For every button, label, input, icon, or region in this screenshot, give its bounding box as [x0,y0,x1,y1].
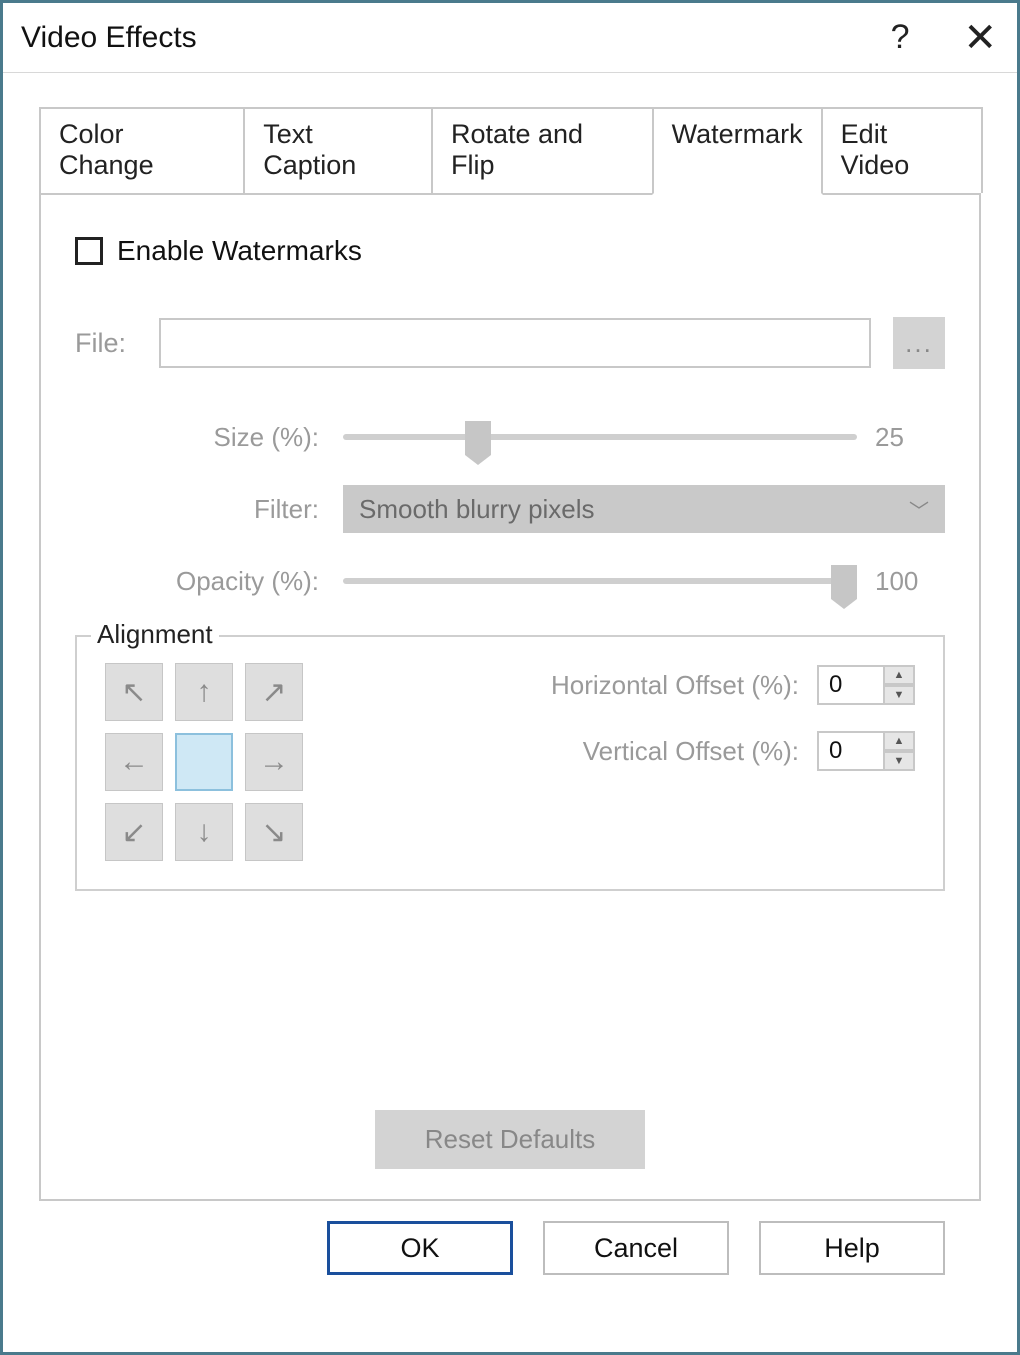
voffset-spinner[interactable]: 0 ▲ ▼ [817,731,915,771]
voffset-up[interactable]: ▲ [883,731,915,751]
voffset-down[interactable]: ▼ [883,751,915,771]
voffset-value[interactable]: 0 [817,731,883,771]
alignment-group: Alignment ↖ ↑ ↗ ← → ↙ ↓ ↘ Horizontal Off… [75,635,945,891]
tab-edit-video[interactable]: Edit Video [821,107,983,193]
size-label: Size (%): [75,422,325,453]
voffset-label: Vertical Offset (%): [363,736,799,767]
size-slider[interactable] [343,419,857,455]
cancel-button[interactable]: Cancel [543,1221,729,1275]
tab-rotate-flip[interactable]: Rotate and Flip [431,107,654,193]
tab-bar: Color Change Text Caption Rotate and Fli… [39,107,981,195]
align-bottom-left[interactable]: ↙ [105,803,163,861]
filter-label: Filter: [75,494,325,525]
chevron-down-icon: ﹀ [909,495,929,524]
hoffset-value[interactable]: 0 [817,665,883,705]
tab-text-caption[interactable]: Text Caption [243,107,433,193]
enable-watermarks-checkbox[interactable] [75,237,103,265]
window-title: Video Effects [21,21,197,55]
file-input[interactable] [159,318,871,368]
hoffset-spinner[interactable]: 0 ▲ ▼ [817,665,915,705]
watermark-panel: Enable Watermarks File: ... Size (%): 25… [39,195,981,1201]
reset-defaults-button[interactable]: Reset Defaults [375,1110,646,1169]
file-label: File: [75,328,137,359]
align-top-right[interactable]: ↗ [245,663,303,721]
align-bottom[interactable]: ↓ [175,803,233,861]
align-left[interactable]: ← [105,733,163,791]
help-icon[interactable]: ? [891,18,910,57]
size-slider-thumb[interactable] [465,421,491,455]
opacity-slider[interactable] [343,563,857,599]
alignment-legend: Alignment [91,619,219,650]
hoffset-up[interactable]: ▲ [883,665,915,685]
filter-value: Smooth blurry pixels [359,494,595,525]
align-bottom-right[interactable]: ↘ [245,803,303,861]
tab-watermark[interactable]: Watermark [652,107,823,195]
ok-button[interactable]: OK [327,1221,513,1275]
close-icon[interactable]: ✕ [963,15,997,61]
align-top-left[interactable]: ↖ [105,663,163,721]
opacity-slider-thumb[interactable] [831,565,857,599]
opacity-label: Opacity (%): [75,566,325,597]
filter-select[interactable]: Smooth blurry pixels ﹀ [343,485,945,533]
alignment-grid: ↖ ↑ ↗ ← → ↙ ↓ ↘ [105,663,303,861]
title-bar: Video Effects ? ✕ [3,3,1017,73]
tab-color-change[interactable]: Color Change [39,107,245,193]
opacity-value: 100 [875,566,945,597]
align-top[interactable]: ↑ [175,663,233,721]
enable-watermarks-label: Enable Watermarks [117,235,362,267]
align-center[interactable] [175,733,233,791]
hoffset-down[interactable]: ▼ [883,685,915,705]
align-right[interactable]: → [245,733,303,791]
size-value: 25 [875,422,945,453]
hoffset-label: Horizontal Offset (%): [363,670,799,701]
browse-button[interactable]: ... [893,317,945,369]
help-button[interactable]: Help [759,1221,945,1275]
